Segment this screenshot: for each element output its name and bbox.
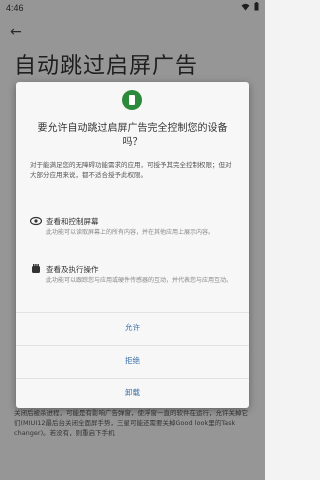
dialog-description: 对于能满足您的无障碍功能需求的应用，可授予其完全控制权限；但对大部分应用来说，都… bbox=[30, 161, 232, 179]
app-icon bbox=[122, 90, 142, 110]
app-glyph-icon bbox=[129, 95, 135, 105]
eye-icon bbox=[30, 216, 42, 226]
uninstall-button[interactable]: 卸载 bbox=[16, 378, 249, 408]
permission-desc: 此功能可以跟踪您与应用或硬件传感器的互动，并代表您与应用互动。 bbox=[46, 277, 233, 284]
permission-title: 查看及执行操作 bbox=[46, 265, 99, 274]
accessibility-permission-dialog: 要允许自动跳过启屏广告完全控制您的设备吗？ 对于能满足您的无障碍功能需求的应用，… bbox=[16, 82, 249, 408]
hand-icon bbox=[32, 264, 40, 273]
permission-desc: 此功能可以读取屏幕上的所有内容，并在其他应用上展示内容。 bbox=[46, 229, 215, 236]
dialog-title: 要允许自动跳过启屏广告完全控制您的设备吗？ bbox=[37, 123, 228, 148]
allow-button[interactable]: 允许 bbox=[16, 312, 249, 344]
deny-button[interactable]: 拒绝 bbox=[16, 345, 249, 377]
permission-title: 查看和控制屏幕 bbox=[46, 217, 99, 226]
